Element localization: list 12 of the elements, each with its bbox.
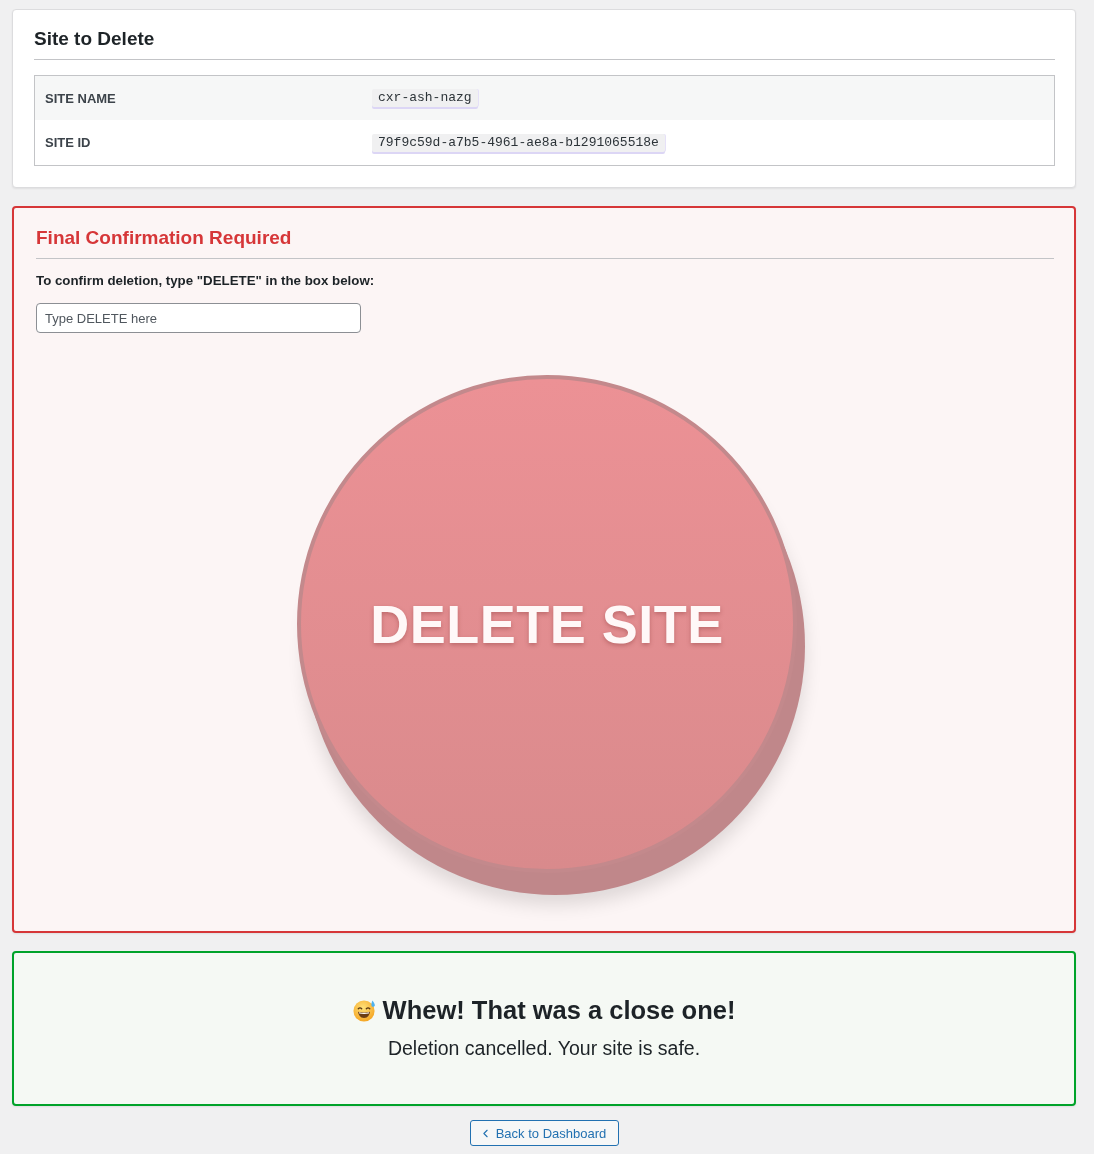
sweat-smile-icon — [352, 998, 376, 1022]
row-label: SITE NAME — [44, 90, 117, 106]
instruction-label: To confirm deletion, type "DELETE" in the box below: — [36, 272, 376, 290]
back-button[interactable]: Back to Dashboard — [469, 1120, 620, 1146]
success-title: Whew! That was a close one! — [382, 995, 736, 1025]
card-title: Site to Delete — [34, 27, 156, 50]
success-message: Deletion cancelled. Your site is safe. — [386, 1036, 702, 1060]
code-value: 79f9c59d-a7b5-4961-ae8a-b1291065518e — [372, 133, 665, 152]
input-field[interactable]: Type DELETE here — [36, 303, 361, 333]
row-label: SITE ID — [44, 135, 92, 150]
panel-title: Final Confirmation Required — [36, 226, 293, 249]
code-value: cxr-ash-nazg — [372, 89, 478, 107]
